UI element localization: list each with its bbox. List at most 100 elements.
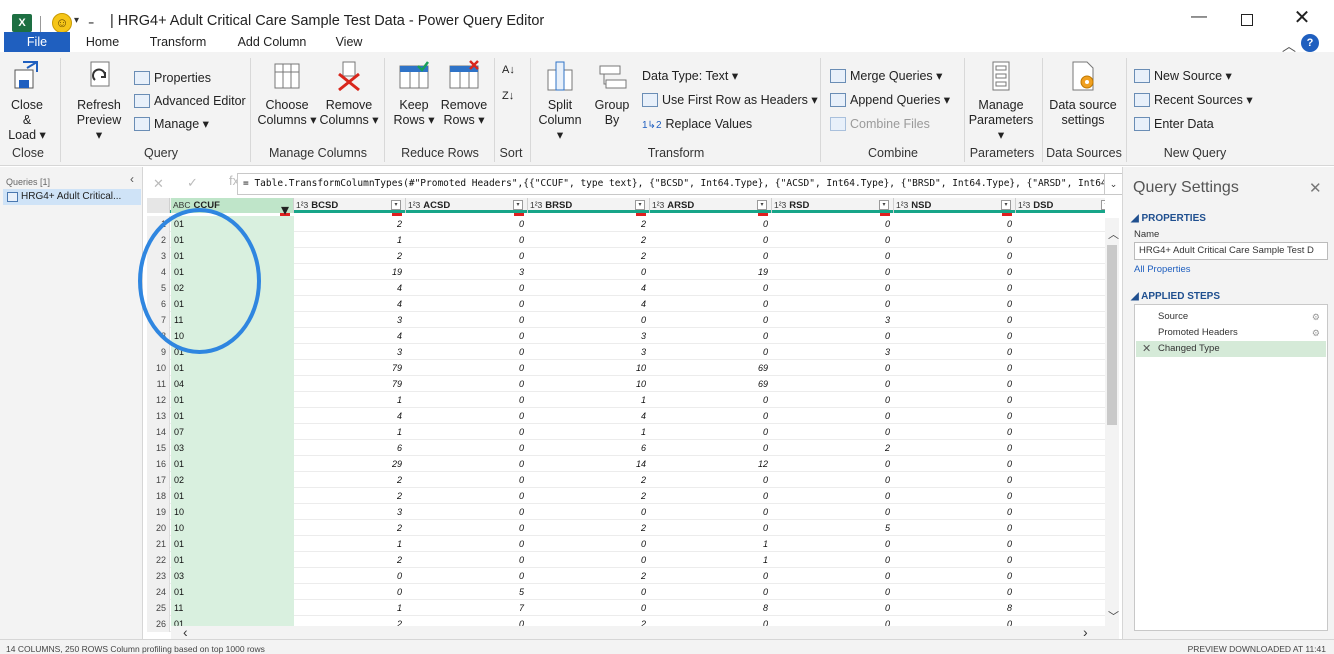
table-cell[interactable]: 0: [894, 472, 1016, 488]
table-cell[interactable]: 01: [171, 584, 294, 600]
select-all-corner[interactable]: [147, 198, 170, 213]
table-cell[interactable]: 0: [894, 504, 1016, 520]
table-cell[interactable]: 0: [894, 520, 1016, 536]
minimize-button[interactable]: —: [1184, 8, 1214, 30]
table-row[interactable]: 12 01 1 0 1 0 0 0: [147, 392, 1105, 408]
table-cell[interactable]: 10: [528, 376, 650, 392]
column-header[interactable]: 1²3 ARSD ▾: [650, 198, 772, 213]
table-cell[interactable]: 0: [650, 248, 772, 264]
table-cell[interactable]: 0: [894, 264, 1016, 280]
table-cell[interactable]: 1: [294, 600, 406, 616]
table-cell[interactable]: 0: [406, 248, 528, 264]
data-type-dropdown[interactable]: Data Type: Text ▾: [642, 66, 738, 86]
table-cell[interactable]: 4: [528, 408, 650, 424]
row-number[interactable]: 13: [147, 408, 170, 424]
table-cell[interactable]: 01: [171, 392, 294, 408]
formula-cancel-icon[interactable]: ✕: [153, 176, 164, 192]
column-filter-dropdown-icon[interactable]: ▾: [1101, 200, 1105, 210]
table-cell[interactable]: 11: [171, 600, 294, 616]
table-cell[interactable]: 0: [894, 248, 1016, 264]
table-cell[interactable]: 0: [406, 376, 528, 392]
table-cell[interactable]: 0: [528, 600, 650, 616]
table-cell[interactable]: 7: [406, 600, 528, 616]
row-number[interactable]: 24: [147, 584, 170, 600]
table-cell[interactable]: 4: [294, 280, 406, 296]
table-cell[interactable]: 0: [528, 264, 650, 280]
table-cell[interactable]: 0: [406, 280, 528, 296]
use-first-row-headers-button[interactable]: Use First Row as Headers ▾: [642, 90, 818, 110]
table-row[interactable]: 8 10 4 0 3 0 0 0: [147, 328, 1105, 344]
type-icon[interactable]: 1²3: [896, 200, 908, 210]
refresh-preview-button[interactable]: Refresh Preview ▾: [74, 60, 124, 143]
table-cell[interactable]: 0: [650, 424, 772, 440]
new-source-button[interactable]: New Source ▾: [1134, 66, 1232, 86]
row-number[interactable]: 23: [147, 568, 170, 584]
table-cell[interactable]: 0: [650, 280, 772, 296]
query-name-input[interactable]: HRG4+ Adult Critical Care Sample Test D: [1134, 242, 1328, 260]
table-cell[interactable]: 03: [171, 440, 294, 456]
horizontal-scrollbar[interactable]: [171, 626, 1105, 639]
table-cell[interactable]: 2: [294, 552, 406, 568]
type-icon[interactable]: 1²3: [408, 200, 420, 210]
table-cell[interactable]: 0: [772, 600, 894, 616]
table-cell[interactable]: 14: [528, 456, 650, 472]
table-cell[interactable]: 0: [650, 472, 772, 488]
table-cell[interactable]: 5: [406, 584, 528, 600]
type-icon[interactable]: 1²3: [774, 200, 786, 210]
table-cell[interactable]: 01: [171, 488, 294, 504]
table-row[interactable]: 22 01 2 0 0 1 0 0: [147, 552, 1105, 568]
column-filter-dropdown-icon[interactable]: ▾: [879, 200, 889, 210]
table-row[interactable]: 9 01 3 0 3 0 3 0: [147, 344, 1105, 360]
table-cell[interactable]: 0: [406, 520, 528, 536]
table-cell[interactable]: 0: [894, 328, 1016, 344]
table-cell[interactable]: 2: [294, 488, 406, 504]
column-filter-dropdown-icon[interactable]: ▾: [757, 200, 767, 210]
table-cell[interactable]: 0: [894, 424, 1016, 440]
table-row[interactable]: 13 01 4 0 4 0 0 0: [147, 408, 1105, 424]
column-header[interactable]: 1²3 ACSD ▾: [406, 198, 528, 213]
excel-logo-icon[interactable]: X: [12, 14, 32, 32]
step-source[interactable]: Source ⚙: [1136, 309, 1326, 325]
row-number[interactable]: 15: [147, 440, 170, 456]
table-cell[interactable]: 2: [528, 520, 650, 536]
scroll-down-icon[interactable]: ﹀: [1108, 608, 1119, 624]
table-cell[interactable]: 4: [528, 296, 650, 312]
table-row[interactable]: 20 10 2 0 2 0 5 0: [147, 520, 1105, 536]
column-filter-dropdown-icon[interactable]: ▾: [391, 200, 401, 210]
table-cell[interactable]: 1: [650, 536, 772, 552]
table-row[interactable]: 10 01 79 0 10 69 0 0: [147, 360, 1105, 376]
table-cell[interactable]: 0: [406, 360, 528, 376]
column-header[interactable]: 1²3 NSD ▾: [894, 198, 1016, 213]
scroll-right-icon[interactable]: ›: [1083, 624, 1088, 640]
table-cell[interactable]: 0: [650, 296, 772, 312]
recent-sources-button[interactable]: Recent Sources ▾: [1134, 90, 1253, 110]
table-cell[interactable]: 10: [528, 360, 650, 376]
table-cell[interactable]: 2: [528, 472, 650, 488]
table-row[interactable]: 19 10 3 0 0 0 0 0: [147, 504, 1105, 520]
expand-formula-icon[interactable]: ⌄: [1105, 173, 1123, 195]
close-and-load-button[interactable]: Close & Load ▾: [6, 60, 48, 143]
table-row[interactable]: 21 01 1 0 0 1 0 0: [147, 536, 1105, 552]
row-number[interactable]: 22: [147, 552, 170, 568]
enter-data-button[interactable]: Enter Data: [1134, 114, 1214, 134]
split-column-button[interactable]: Split Column ▾: [536, 60, 584, 143]
feedback-smiley-icon[interactable]: ☺: [52, 13, 72, 33]
table-cell[interactable]: 07: [171, 424, 294, 440]
table-cell[interactable]: 0: [772, 568, 894, 584]
table-cell[interactable]: 0: [772, 376, 894, 392]
table-cell[interactable]: 12: [650, 456, 772, 472]
row-number[interactable]: 14: [147, 424, 170, 440]
table-row[interactable]: 17 02 2 0 2 0 0 0: [147, 472, 1105, 488]
table-cell[interactable]: 3: [528, 328, 650, 344]
table-cell[interactable]: 2: [294, 216, 406, 232]
table-cell[interactable]: 2: [294, 472, 406, 488]
table-cell[interactable]: 69: [650, 360, 772, 376]
table-cell[interactable]: 0: [894, 232, 1016, 248]
table-cell[interactable]: 0: [528, 584, 650, 600]
table-cell[interactable]: 4: [294, 328, 406, 344]
table-cell[interactable]: 0: [406, 568, 528, 584]
table-cell[interactable]: 0: [528, 552, 650, 568]
table-cell[interactable]: 0: [294, 568, 406, 584]
table-cell[interactable]: 6: [294, 440, 406, 456]
table-cell[interactable]: 04: [171, 376, 294, 392]
